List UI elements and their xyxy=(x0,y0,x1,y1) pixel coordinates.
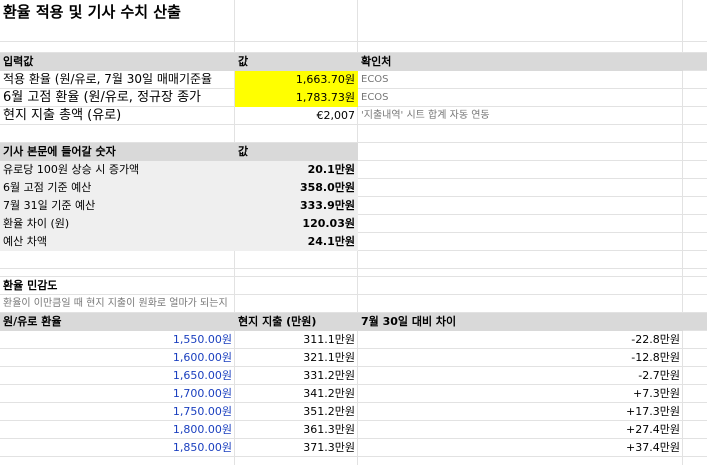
sensitivity-rate[interactable]: 1,700.00원 xyxy=(0,385,235,403)
article-label[interactable]: 6월 고점 기준 예산 xyxy=(0,179,235,197)
sensitivity-diff[interactable]: +7.3만원 xyxy=(358,385,683,403)
empty-row[interactable] xyxy=(0,251,707,269)
title-row: 환율 적용 및 기사 수치 산출 xyxy=(0,0,707,24)
article-row: 환율 차이 (원) 120.03원 xyxy=(0,215,707,233)
sensitivity-subtitle-row: 환율이 이만큼일 때 현지 지출이 원화로 얼마가 되는지 xyxy=(0,295,707,313)
sensitivity-row: 1,550.00원 311.1만원 -22.8만원 xyxy=(0,331,707,349)
sensitivity-spend[interactable]: 311.1만원 xyxy=(235,331,358,349)
empty-row[interactable] xyxy=(0,269,707,277)
inputs-header-row: 입력값 값 확인처 xyxy=(0,53,707,71)
article-row: 6월 고점 기준 예산 358.0만원 xyxy=(0,179,707,197)
sheet-title[interactable]: 환율 적용 및 기사 수치 산출 xyxy=(3,1,181,23)
sensitivity-row: 1,850.00원 371.3만원 +37.4만원 xyxy=(0,439,707,457)
article-label[interactable]: 예산 차액 xyxy=(0,233,235,251)
input-source[interactable]: '지출내역' 시트 합계 자동 연동 xyxy=(358,107,683,125)
sensitivity-rate[interactable]: 1,550.00원 xyxy=(0,331,235,349)
article-header-label[interactable]: 기사 본문에 들어갈 숫자 xyxy=(0,143,235,161)
sensitivity-row: 1,700.00원 341.2만원 +7.3만원 xyxy=(0,385,707,403)
input-row: 현지 지출 총액 (유로) €2,007 '지출내역' 시트 합계 자동 연동 xyxy=(0,107,707,125)
sensitivity-title-row: 환율 민감도 xyxy=(0,277,707,295)
inputs-header-source[interactable]: 확인처 xyxy=(358,53,683,71)
article-label[interactable]: 7월 31일 기준 예산 xyxy=(0,197,235,215)
sensitivity-row: 1,750.00원 351.2만원 +17.3만원 xyxy=(0,403,707,421)
empty-row[interactable] xyxy=(0,36,707,53)
empty-row[interactable] xyxy=(0,125,707,143)
input-value[interactable]: 1,783.73원 xyxy=(235,89,358,107)
sensitivity-spend[interactable]: 341.2만원 xyxy=(235,385,358,403)
sensitivity-rate[interactable]: 1,800.00원 xyxy=(0,421,235,439)
input-label[interactable]: 현지 지출 총액 (유로) xyxy=(0,107,235,125)
sensitivity-spend[interactable]: 331.2만원 xyxy=(235,367,358,385)
sensitivity-rate[interactable]: 1,750.00원 xyxy=(0,403,235,421)
article-row: 예산 차액 24.1만원 xyxy=(0,233,707,251)
sensitivity-header-row: 원/유로 환율 현지 지출 (만원) 7월 30일 대비 차이 xyxy=(0,313,707,331)
inputs-header-label[interactable]: 입력값 xyxy=(0,53,235,71)
sensitivity-diff[interactable]: -12.8만원 xyxy=(358,349,683,367)
sensitivity-header-rate[interactable]: 원/유로 환율 xyxy=(0,313,235,331)
article-row: 유로당 100원 상승 시 증가액 20.1만원 xyxy=(0,161,707,179)
article-value[interactable]: 20.1만원 xyxy=(235,161,358,179)
article-label[interactable]: 환율 차이 (원) xyxy=(0,215,235,233)
sensitivity-spend[interactable]: 321.1만원 xyxy=(235,349,358,367)
sensitivity-diff[interactable]: -2.7만원 xyxy=(358,367,683,385)
sensitivity-row: 1,650.00원 331.2만원 -2.7만원 xyxy=(0,367,707,385)
input-label[interactable]: 적용 환율 (원/유로, 7월 30일 매매기준율 xyxy=(0,71,235,89)
sensitivity-diff[interactable]: -22.8만원 xyxy=(358,331,683,349)
input-value[interactable]: €2,007 xyxy=(235,107,358,125)
input-source[interactable]: ECOS xyxy=(358,89,683,107)
inputs-header-value[interactable]: 값 xyxy=(235,53,358,71)
article-value[interactable]: 24.1만원 xyxy=(235,233,358,251)
sensitivity-header-diff[interactable]: 7월 30일 대비 차이 xyxy=(358,313,683,331)
sensitivity-diff[interactable]: +17.3만원 xyxy=(358,403,683,421)
sensitivity-rate[interactable]: 1,850.00원 xyxy=(0,439,235,457)
input-row: 6월 고점 환율 (원/유로, 정규장 종가 1,783.73원 ECOS xyxy=(0,89,707,107)
sensitivity-spend[interactable]: 371.3만원 xyxy=(235,439,358,457)
sensitivity-row: 1,600.00원 321.1만원 -12.8만원 xyxy=(0,349,707,367)
sensitivity-row: 1,800.00원 361.3만원 +27.4만원 xyxy=(0,421,707,439)
sensitivity-diff[interactable]: +37.4만원 xyxy=(358,439,683,457)
sensitivity-title[interactable]: 환율 민감도 xyxy=(0,277,235,295)
article-header-row: 기사 본문에 들어갈 숫자 값 xyxy=(0,143,707,161)
input-source[interactable]: ECOS xyxy=(358,71,683,89)
input-value[interactable]: 1,663.70원 xyxy=(235,71,358,89)
sensitivity-diff[interactable]: +27.4만원 xyxy=(358,421,683,439)
sensitivity-subtitle[interactable]: 환율이 이만큼일 때 현지 지출이 원화로 얼마가 되는지 xyxy=(0,295,358,313)
input-row: 적용 환율 (원/유로, 7월 30일 매매기준율 1,663.70원 ECOS xyxy=(0,71,707,89)
input-label[interactable]: 6월 고점 환율 (원/유로, 정규장 종가 xyxy=(0,89,235,107)
article-row: 7월 31일 기준 예산 333.9만원 xyxy=(0,197,707,215)
sensitivity-rate[interactable]: 1,650.00원 xyxy=(0,367,235,385)
sensitivity-rate[interactable]: 1,600.00원 xyxy=(0,349,235,367)
sensitivity-spend[interactable]: 361.3만원 xyxy=(235,421,358,439)
article-label[interactable]: 유로당 100원 상승 시 증가액 xyxy=(0,161,235,179)
article-value[interactable]: 333.9만원 xyxy=(235,197,358,215)
sensitivity-header-spend[interactable]: 현지 지출 (만원) xyxy=(235,313,358,331)
article-header-value[interactable]: 값 xyxy=(235,143,358,161)
sensitivity-spend[interactable]: 351.2만원 xyxy=(235,403,358,421)
article-value[interactable]: 120.03원 xyxy=(235,215,358,233)
article-value[interactable]: 358.0만원 xyxy=(235,179,358,197)
